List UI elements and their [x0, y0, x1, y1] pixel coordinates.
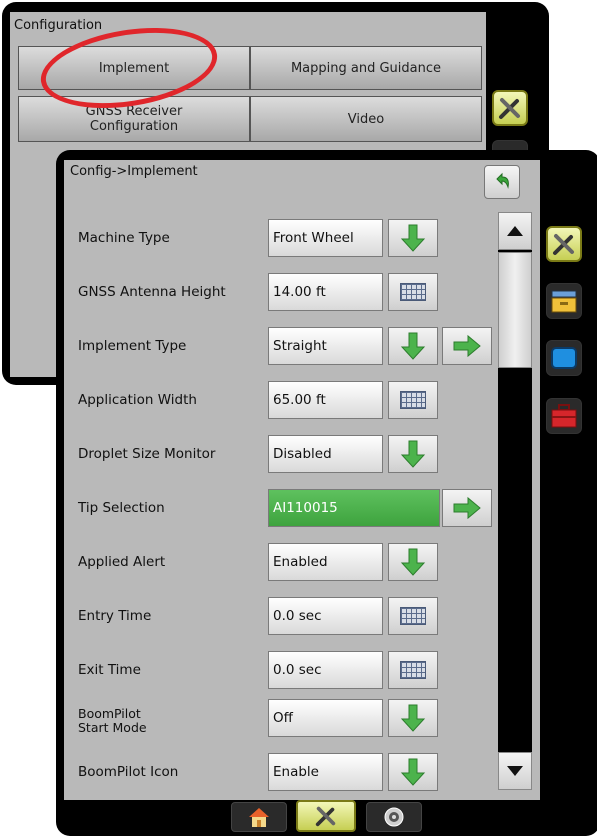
row-label: Machine Type: [78, 230, 170, 246]
entry-time-field[interactable]: 0.0 sec: [268, 597, 383, 635]
side-tab-toolbox[interactable]: [546, 398, 582, 434]
back-button[interactable]: [484, 165, 520, 199]
keyboard-icon: [400, 391, 426, 409]
row-label: BoomPilot Start Mode: [78, 706, 147, 735]
applied-alert-field[interactable]: Enabled: [268, 543, 383, 581]
arrow-down-icon: [400, 224, 426, 252]
keyboard-icon: [400, 661, 426, 679]
droplet-size-dropdown-button[interactable]: [388, 435, 438, 473]
home-icon: [249, 808, 269, 827]
applied-alert-dropdown-button[interactable]: [388, 543, 438, 581]
bottom-tab-gps[interactable]: [366, 802, 422, 832]
tools-icon: [315, 806, 336, 827]
arrow-down-icon: [400, 704, 426, 732]
antenna-height-keyboard-button[interactable]: [388, 273, 438, 311]
antenna-height-field[interactable]: 14.00 ft: [268, 273, 383, 311]
keyboard-icon: [400, 283, 426, 301]
exit-time-field[interactable]: 0.0 sec: [268, 651, 383, 689]
boompilot-start-mode-field[interactable]: Off: [268, 699, 383, 737]
screen-icon: [551, 347, 577, 369]
scroll-up-button[interactable]: [498, 212, 532, 250]
row-label: Implement Type: [78, 338, 187, 354]
row-label: Droplet Size Monitor: [78, 446, 216, 462]
application-width-keyboard-button[interactable]: [388, 381, 438, 419]
implement-type-dropdown-button[interactable]: [388, 327, 438, 365]
row-label: Application Width: [78, 392, 197, 408]
boompilot-icon-dropdown-button[interactable]: [388, 753, 438, 791]
tip-selection-field[interactable]: AI110015: [268, 489, 440, 527]
application-width-field[interactable]: 65.00 ft: [268, 381, 383, 419]
arrow-down-icon: [400, 332, 426, 360]
side-tab-tools[interactable]: [546, 226, 582, 262]
machine-type-dropdown-button[interactable]: [388, 219, 438, 257]
arrow-down-icon: [400, 548, 426, 576]
bottom-tab-tools[interactable]: [296, 800, 356, 832]
boompilot-start-mode-dropdown-button[interactable]: [388, 699, 438, 737]
entry-time-keyboard-button[interactable]: [388, 597, 438, 635]
back-screen-title: Configuration: [14, 18, 103, 33]
row-label: Exit Time: [78, 662, 141, 678]
video-button[interactable]: Video: [250, 96, 482, 142]
mapping-guidance-button[interactable]: Mapping and Guidance: [250, 46, 482, 90]
exit-time-keyboard-button[interactable]: [388, 651, 438, 689]
back-tools-tab[interactable]: [492, 90, 528, 126]
side-tab-screen[interactable]: [546, 340, 582, 376]
row-label: Entry Time: [78, 608, 152, 624]
row-label: BoomPilot Icon: [78, 764, 179, 780]
toolbox-icon: [551, 404, 577, 428]
keyboard-icon: [400, 607, 426, 625]
implement-type-field[interactable]: Straight: [268, 327, 383, 365]
side-tab-folder[interactable]: [546, 283, 582, 319]
boompilot-icon-field[interactable]: Enable: [268, 753, 383, 791]
row-label: Tip Selection: [78, 500, 165, 516]
tools-icon: [499, 98, 520, 119]
arrow-down-icon: [400, 440, 426, 468]
row-label: Applied Alert: [78, 554, 166, 570]
bottom-tab-home[interactable]: [231, 802, 287, 832]
row-label: GNSS Antenna Height: [78, 284, 226, 300]
gps-icon: [384, 807, 404, 827]
tools-icon: [553, 234, 574, 255]
arrow-down-icon: [400, 758, 426, 786]
caret-up-icon: [507, 226, 523, 236]
arrow-right-icon: [453, 334, 481, 358]
implement-type-next-button[interactable]: [442, 327, 492, 365]
folder-icon: [551, 290, 577, 313]
breadcrumb: Config->Implement: [70, 164, 198, 179]
arrow-right-icon: [453, 496, 481, 520]
machine-type-field[interactable]: Front Wheel: [268, 219, 383, 257]
caret-down-icon: [507, 766, 523, 776]
scroll-thumb[interactable]: [498, 252, 532, 368]
tip-selection-next-button[interactable]: [442, 489, 492, 527]
return-arrow-icon: [496, 172, 509, 189]
scrollbar[interactable]: [498, 212, 532, 790]
droplet-size-field[interactable]: Disabled: [268, 435, 383, 473]
scroll-down-button[interactable]: [498, 752, 532, 790]
